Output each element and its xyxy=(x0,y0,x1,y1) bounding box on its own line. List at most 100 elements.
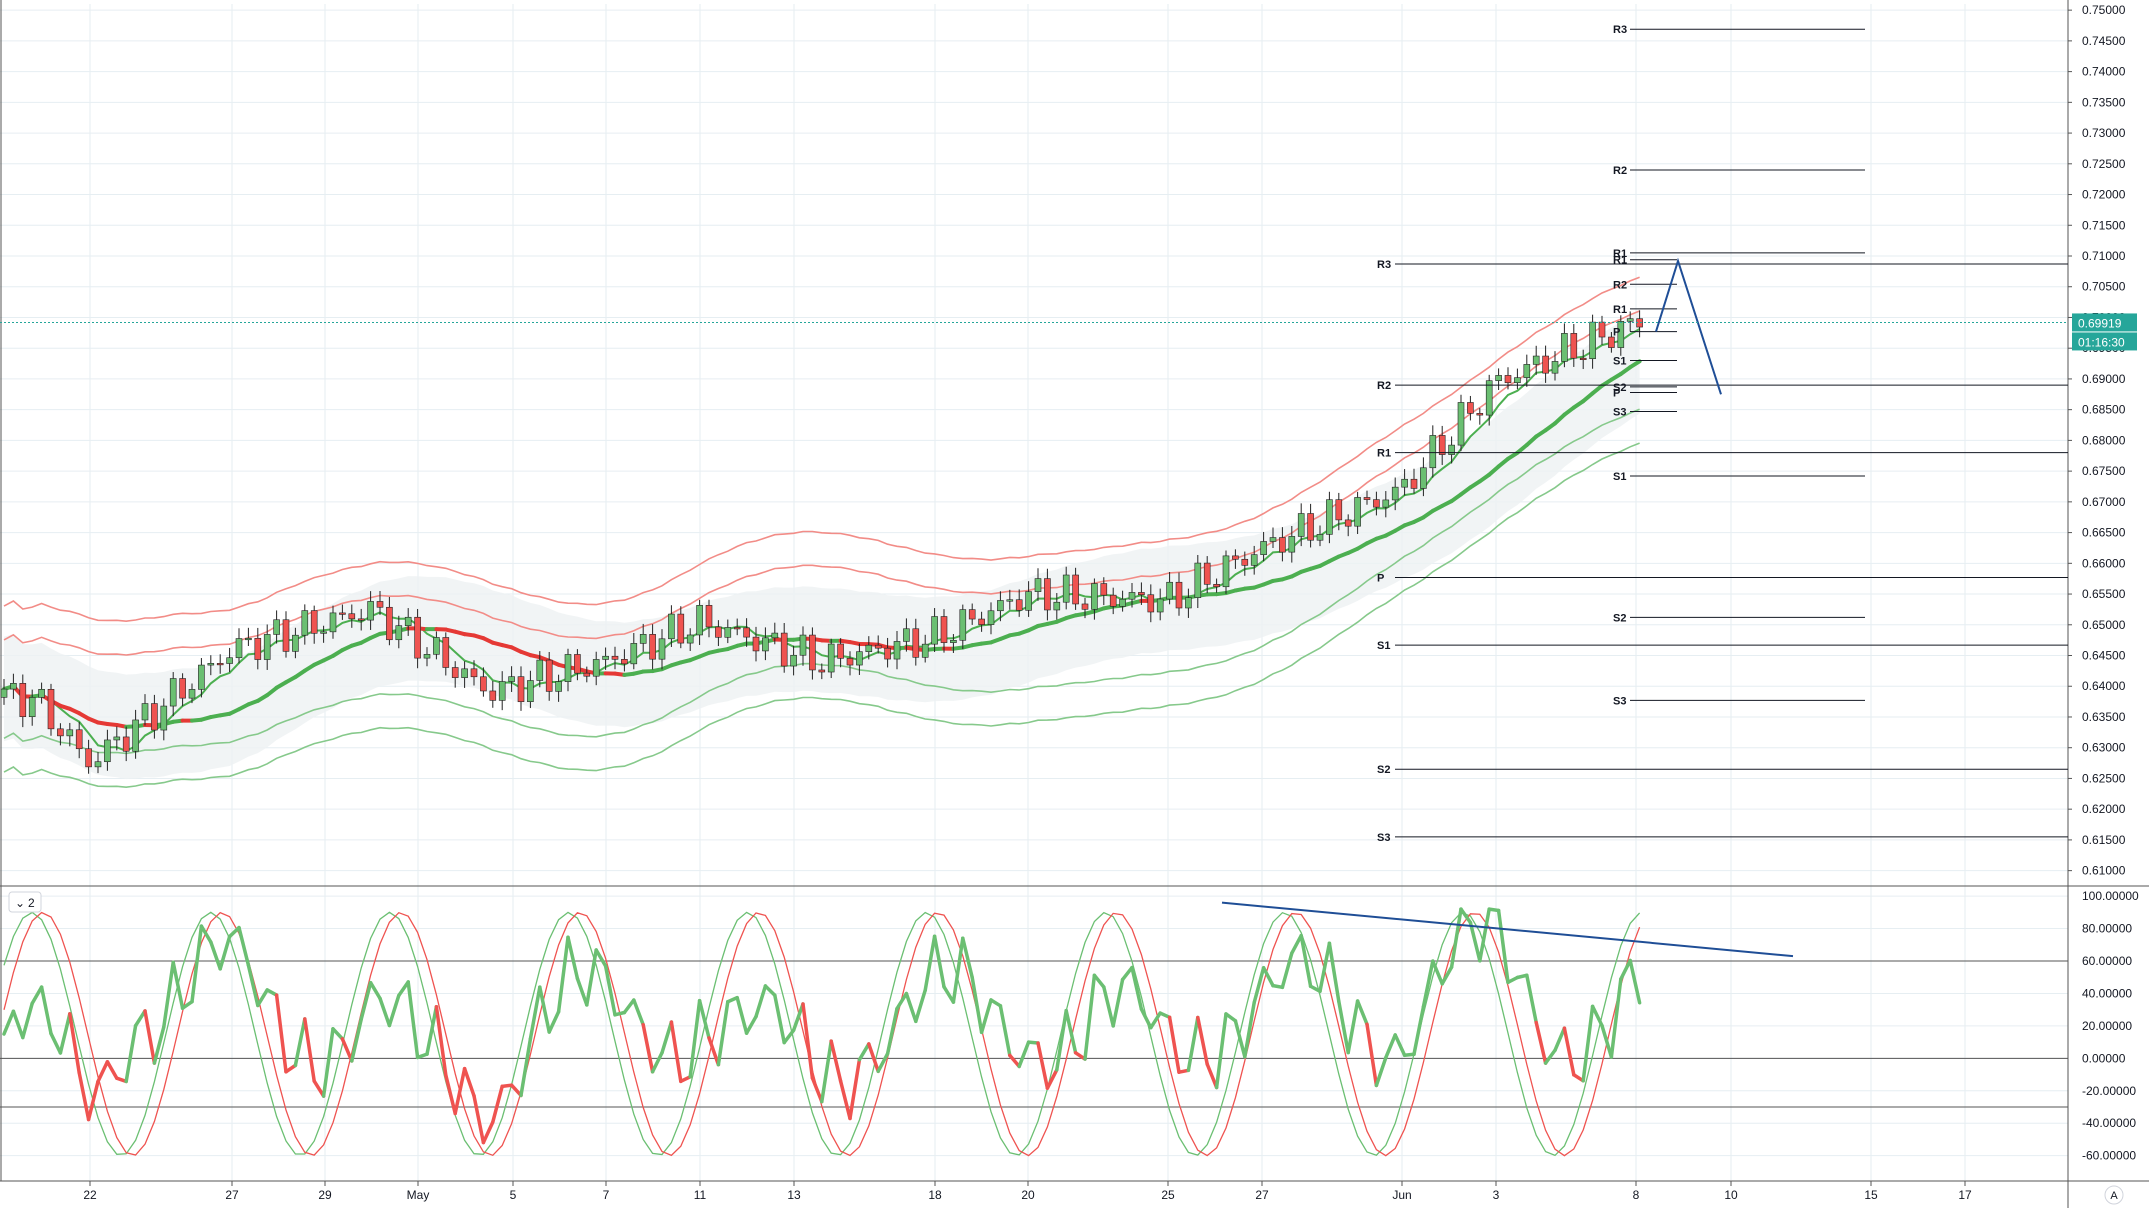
price-axis-label: 0.73000 xyxy=(2082,126,2126,140)
candle-body xyxy=(1326,500,1332,535)
time-axis-label: 3 xyxy=(1493,1188,1500,1202)
chevron-down-icon: ⌄ xyxy=(15,896,25,910)
oscillator-main-segment xyxy=(624,1000,633,1012)
pivot-label-r2: R2 xyxy=(1377,380,1391,392)
oscillator-main-segment xyxy=(906,994,915,1022)
candle-body xyxy=(753,637,759,651)
oscillator-axis-label: -60.00000 xyxy=(2082,1149,2136,1163)
oscillator-main-segment xyxy=(530,987,539,1039)
oscillator-axis-label: -40.00000 xyxy=(2082,1116,2136,1130)
oscillator-main-segment xyxy=(1386,1035,1395,1058)
candle-body xyxy=(48,689,54,729)
oscillator-main-segment xyxy=(70,1014,79,1073)
oscillator-main-segment xyxy=(493,1086,502,1122)
price-axis-label: 0.73500 xyxy=(2082,95,2126,109)
candle-body xyxy=(1345,520,1351,526)
candle-body xyxy=(1026,592,1032,611)
candle-body xyxy=(161,706,167,730)
candle-body xyxy=(988,611,994,625)
candle-body xyxy=(1120,599,1126,606)
candle-body xyxy=(1496,375,1502,380)
oscillator-main-segment xyxy=(1057,1011,1066,1070)
price-chart-svg[interactable]: R3R2R1PS1S2S3R3R2R1S1S2S3R1R2R1PS1S2PS30… xyxy=(0,0,2149,1208)
oscillator-main-segment xyxy=(154,1027,163,1063)
oscillator-main-segment xyxy=(32,987,41,1003)
oscillator-main-segment xyxy=(220,937,229,969)
oscillator-main-segment xyxy=(371,983,380,999)
time-axis-label: 29 xyxy=(318,1188,332,1202)
candle-body xyxy=(800,635,806,655)
oscillator-toggle-button[interactable]: ⌄2 xyxy=(9,892,41,912)
candle-body xyxy=(762,638,768,651)
auto-scale-button[interactable]: A xyxy=(2105,1186,2123,1204)
candle-body xyxy=(1289,536,1295,552)
candle-body xyxy=(1411,479,1417,488)
candle-body xyxy=(1420,468,1426,489)
candle-body xyxy=(1467,402,1473,413)
oscillator-main-segment xyxy=(831,1041,840,1081)
candle-body xyxy=(377,601,383,607)
candle-body xyxy=(142,704,148,720)
candle-body xyxy=(668,614,674,639)
candle-body xyxy=(744,628,750,637)
oscillator-main-segment xyxy=(1536,1022,1545,1063)
oscillator-main-segment xyxy=(1376,1058,1385,1086)
projection-path xyxy=(1656,261,1721,394)
price-axis-label: 0.69000 xyxy=(2082,372,2126,386)
candle-body xyxy=(1561,333,1567,361)
candle xyxy=(1514,369,1520,390)
oscillator-main-segment xyxy=(389,995,398,1025)
oscillator-main-segment xyxy=(258,990,267,1006)
oscillator-main-segment xyxy=(136,1011,145,1026)
chart-root[interactable]: R3R2R1PS1S2S3R3R2R1S1S2S3R1R2R1PS1S2PS30… xyxy=(0,0,2149,1208)
candle-body xyxy=(1223,556,1229,587)
oscillator-main-segment xyxy=(1094,975,1103,987)
time-axis-label: 17 xyxy=(1958,1188,1972,1202)
candle-body xyxy=(1073,575,1079,604)
candle-body xyxy=(885,648,891,659)
countdown-badge-text: 01:16:30 xyxy=(2078,335,2125,349)
candle-body xyxy=(772,633,778,638)
oscillator-axis-label: 20.00000 xyxy=(2082,1019,2132,1033)
oscillator-main-segment xyxy=(277,995,286,1072)
candle-body xyxy=(527,681,533,702)
candle xyxy=(48,684,54,736)
oscillator-main-segment xyxy=(559,937,568,1011)
oscillator-main-segment xyxy=(1593,1006,1602,1025)
candle-body xyxy=(1486,381,1492,415)
candle-body xyxy=(405,617,411,625)
candle-body xyxy=(330,613,336,632)
candle-body xyxy=(734,627,740,629)
price-axis-label: 0.74000 xyxy=(2082,65,2126,79)
oscillator-main-segment xyxy=(577,979,586,1005)
price-axis-label: 0.61000 xyxy=(2082,864,2126,878)
candle-body xyxy=(245,638,251,640)
candle-body xyxy=(1242,559,1248,565)
oscillator-main-segment xyxy=(1555,1028,1564,1050)
candle-body xyxy=(1054,602,1060,610)
candle-body xyxy=(659,639,665,659)
time-axis-label: May xyxy=(407,1188,430,1202)
oscillator-main-segment xyxy=(653,1053,662,1072)
oscillator-main-segment xyxy=(1499,910,1508,982)
candle-body xyxy=(1590,322,1596,359)
candle-body xyxy=(433,637,439,654)
oscillator-main-segment xyxy=(1198,1017,1207,1064)
oscillator-main-segment xyxy=(859,1044,868,1060)
time-axis-label: 8 xyxy=(1633,1188,1640,1202)
candle-body xyxy=(678,614,684,643)
oscillator-main-segment xyxy=(1367,1024,1376,1085)
ma-envelope-fill xyxy=(4,309,1640,779)
time-axis-label: 10 xyxy=(1724,1188,1738,1202)
price-axis-label: 0.64000 xyxy=(2082,679,2126,693)
oscillator-main-segment xyxy=(1630,960,1639,1002)
oscillator-main-segment xyxy=(1527,975,1536,1022)
oscillator-main-segment xyxy=(1358,1001,1367,1024)
pivot-label-s1: S1 xyxy=(1613,471,1626,483)
candle-body xyxy=(1430,435,1436,467)
candle-body xyxy=(396,626,402,640)
candle-body xyxy=(1270,538,1276,542)
oscillator-main-segment xyxy=(13,1011,22,1037)
pivot-label-r3: R3 xyxy=(1377,259,1391,271)
candle-body xyxy=(725,627,731,637)
